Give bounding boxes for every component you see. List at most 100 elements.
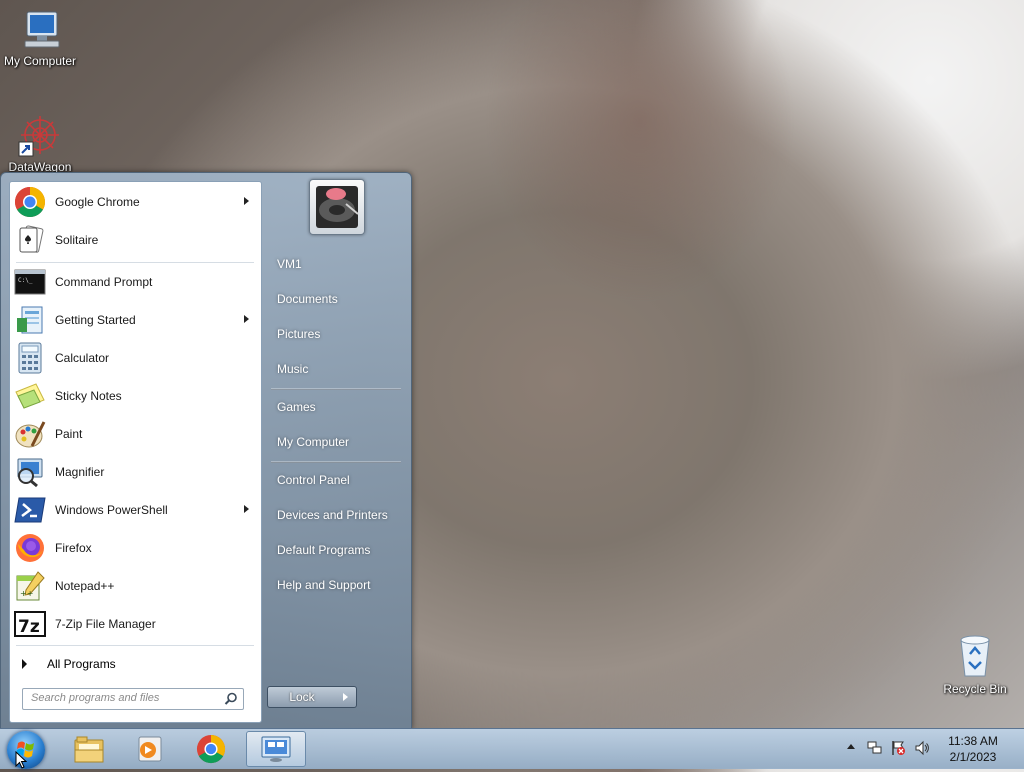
submenu-arrow-icon[interactable] bbox=[244, 315, 249, 323]
volume-icon[interactable] bbox=[914, 740, 930, 756]
remote-desktop-icon bbox=[261, 736, 291, 762]
start-link-label: Control Panel bbox=[277, 473, 350, 487]
firefox-icon bbox=[14, 532, 46, 564]
start-link-label: Games bbox=[277, 400, 316, 414]
start-item-calculator[interactable]: Calculator bbox=[12, 340, 259, 376]
all-programs-label: All Programs bbox=[47, 657, 116, 671]
network-icon[interactable] bbox=[867, 740, 883, 756]
start-link-label: Devices and Printers bbox=[277, 508, 388, 522]
getting-started-icon bbox=[14, 304, 46, 336]
start-menu: Google Chrome Solitaire C:\_ Command Pro… bbox=[0, 172, 412, 729]
start-item-label: Getting Started bbox=[55, 313, 136, 327]
start-link-music[interactable]: Music bbox=[267, 354, 403, 384]
notepad-plus-plus-icon: ++ bbox=[14, 570, 46, 602]
taskbar-google-chrome[interactable] bbox=[182, 731, 240, 767]
start-item-solitaire[interactable]: Solitaire bbox=[12, 222, 259, 258]
chrome-icon bbox=[196, 734, 226, 764]
start-link-default-programs[interactable]: Default Programs bbox=[267, 535, 403, 565]
desktop-icon-label: My Computer bbox=[3, 54, 77, 68]
triangle-right-icon bbox=[22, 659, 27, 669]
svg-text:++: ++ bbox=[20, 589, 33, 598]
separator bbox=[271, 461, 401, 463]
magnifier-icon bbox=[14, 456, 46, 488]
calculator-icon bbox=[14, 342, 46, 374]
start-link-label: My Computer bbox=[277, 435, 350, 449]
start-item-windows-powershell[interactable]: Windows PowerShell bbox=[12, 492, 259, 528]
taskbar-clock[interactable]: 11:38 AM 2/1/2023 bbox=[940, 733, 1006, 765]
start-item-label: Windows PowerShell bbox=[55, 503, 168, 517]
action-center-flag-icon[interactable] bbox=[890, 740, 906, 756]
start-item-paint[interactable]: Paint bbox=[12, 416, 259, 452]
start-menu-programs-pane: Google Chrome Solitaire C:\_ Command Pro… bbox=[9, 181, 262, 723]
separator bbox=[16, 645, 254, 646]
user-account-picture[interactable] bbox=[309, 179, 365, 235]
start-item-magnifier[interactable]: Magnifier bbox=[12, 454, 259, 490]
submenu-arrow-icon[interactable] bbox=[244, 197, 249, 205]
start-button[interactable] bbox=[7, 731, 45, 769]
separator bbox=[16, 262, 254, 263]
computer-icon bbox=[24, 11, 60, 48]
start-link-label: Music bbox=[277, 362, 309, 376]
shutdown-options-arrow-button[interactable] bbox=[335, 686, 357, 708]
solitaire-icon bbox=[14, 224, 46, 256]
start-item-label: Solitaire bbox=[55, 233, 99, 247]
start-link-user-folder[interactable]: VM1 bbox=[267, 249, 403, 279]
separator bbox=[271, 388, 401, 390]
desktop-icon-my-computer[interactable]: My Computer bbox=[0, 10, 80, 68]
search-programs-box[interactable] bbox=[22, 688, 244, 710]
submenu-arrow-icon[interactable] bbox=[244, 505, 249, 513]
search-icon[interactable] bbox=[224, 692, 238, 706]
start-item-getting-started[interactable]: Getting Started bbox=[12, 302, 259, 338]
start-link-label: Documents bbox=[277, 292, 338, 306]
windows-explorer-icon bbox=[74, 736, 104, 763]
start-item-firefox[interactable]: Firefox bbox=[12, 530, 259, 566]
start-item-label: Notepad++ bbox=[55, 579, 115, 593]
start-link-documents[interactable]: Documents bbox=[267, 284, 403, 314]
start-item-label: Calculator bbox=[55, 351, 110, 365]
lock-label: Lock bbox=[289, 690, 315, 704]
start-link-pictures[interactable]: Pictures bbox=[267, 319, 403, 349]
sticky-notes-icon bbox=[14, 380, 46, 412]
command-prompt-icon: C:\_ bbox=[14, 266, 46, 298]
desktop-icon-datawagon[interactable]: DataWagon bbox=[0, 112, 80, 174]
start-link-label: VM1 bbox=[277, 257, 302, 271]
start-item-command-prompt[interactable]: C:\_ Command Prompt bbox=[12, 264, 259, 300]
desktop-icon-label: Recycle Bin bbox=[943, 682, 1007, 696]
start-link-devices-and-printers[interactable]: Devices and Printers bbox=[267, 500, 403, 530]
start-item-label: Firefox bbox=[55, 541, 92, 555]
start-link-games[interactable]: Games bbox=[267, 392, 403, 422]
all-programs-button[interactable]: All Programs bbox=[12, 650, 259, 678]
media-player-icon bbox=[138, 736, 162, 762]
start-item-label: Magnifier bbox=[55, 465, 105, 479]
paint-icon bbox=[14, 418, 46, 450]
clock-time: 11:38 AM bbox=[948, 734, 998, 748]
show-hidden-icons-button[interactable] bbox=[847, 744, 855, 749]
start-item-label: Paint bbox=[55, 427, 83, 441]
start-link-label: Help and Support bbox=[277, 578, 371, 592]
start-item-sticky-notes[interactable]: Sticky Notes bbox=[12, 378, 259, 414]
start-link-control-panel[interactable]: Control Panel bbox=[267, 465, 403, 495]
recycle-bin-icon bbox=[960, 635, 990, 677]
chrome-icon bbox=[14, 186, 46, 218]
powershell-icon bbox=[14, 494, 46, 526]
mouse-cursor-icon bbox=[15, 751, 27, 769]
start-item-label: 7-Zip File Manager bbox=[55, 617, 156, 631]
datawagon-icon bbox=[18, 116, 59, 157]
taskbar-media-player[interactable] bbox=[120, 731, 178, 767]
start-link-help-and-support[interactable]: Help and Support bbox=[267, 570, 403, 600]
start-item-label: Command Prompt bbox=[55, 275, 153, 289]
start-item-7-zip-file-manager[interactable]: 7z 7-Zip File Manager bbox=[12, 606, 259, 642]
svg-text:C:\_: C:\_ bbox=[18, 277, 33, 284]
desktop-icon-recycle-bin[interactable]: Recycle Bin bbox=[935, 632, 1015, 696]
start-link-label: Default Programs bbox=[277, 543, 371, 557]
taskbar-windows-explorer[interactable] bbox=[60, 731, 118, 767]
taskbar-remote-desktop[interactable] bbox=[246, 731, 306, 767]
start-link-label: Pictures bbox=[277, 327, 321, 341]
user-avatar-icon bbox=[316, 186, 359, 228]
start-item-notepad-plus-plus[interactable]: ++ Notepad++ bbox=[12, 568, 259, 604]
start-link-my-computer[interactable]: My Computer bbox=[267, 427, 403, 457]
search-input[interactable] bbox=[23, 689, 221, 707]
lock-button[interactable]: Lock bbox=[267, 686, 337, 708]
clock-date: 2/1/2023 bbox=[949, 750, 997, 764]
start-item-google-chrome[interactable]: Google Chrome bbox=[12, 184, 259, 220]
